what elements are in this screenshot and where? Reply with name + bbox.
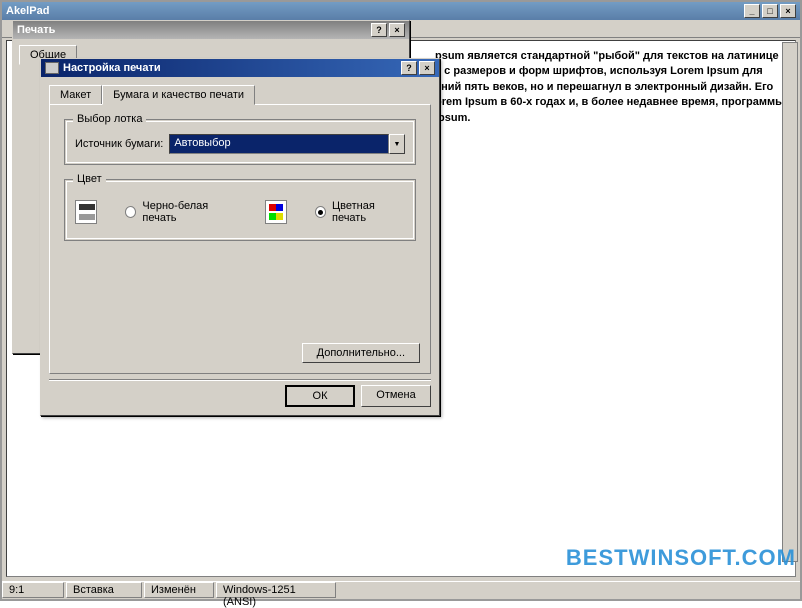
status-state: Изменён [144, 582, 214, 598]
document-text: psum является стандартной "рыбой" для те… [435, 49, 787, 126]
setup-titlebar: Настройка печати ? × [41, 59, 439, 77]
radio-color-label: Цветная печать [332, 200, 405, 224]
close-button[interactable]: × [389, 23, 405, 37]
print-setup-dialog: Настройка печати ? × Макет Бумага и каче… [40, 58, 440, 416]
combo-dropdown-button[interactable] [389, 134, 405, 154]
tab-panel: Выбор лотка Источник бумаги: Автовыбор Ц… [49, 104, 431, 374]
separator [49, 379, 431, 381]
radio-bw-circle [125, 206, 136, 218]
tray-group-title: Выбор лотка [73, 113, 146, 125]
status-position: 9:1 [2, 582, 64, 598]
paper-source-combo[interactable]: Автовыбор [169, 134, 405, 154]
tray-groupbox: Выбор лотка Источник бумаги: Автовыбор [64, 119, 416, 165]
setup-tabs: Макет Бумага и качество печати [49, 85, 431, 105]
help-button[interactable]: ? [401, 61, 417, 75]
radio-bw[interactable]: Черно-белая печать [125, 200, 236, 224]
printer-icon [45, 62, 59, 74]
advanced-button[interactable]: Дополнительно... [302, 343, 420, 363]
color-groupbox: Цвет Черно-белая печать Цветная печать [64, 179, 416, 241]
tab-paper-quality[interactable]: Бумага и качество печати [102, 85, 255, 105]
radio-bw-label: Черно-белая печать [142, 200, 236, 224]
tab-layout[interactable]: Макет [49, 85, 102, 105]
minimize-button[interactable]: _ [744, 4, 760, 18]
paper-source-value: Автовыбор [169, 134, 389, 154]
maximize-button[interactable]: □ [762, 4, 778, 18]
source-label: Источник бумаги: [75, 138, 163, 150]
radio-color-circle [315, 206, 326, 218]
ok-button[interactable]: ОК [285, 385, 355, 407]
main-title: AkelPad [6, 5, 49, 17]
radio-color[interactable]: Цветная печать [315, 200, 405, 224]
status-mode: Вставка [66, 582, 142, 598]
color-icon [265, 200, 287, 224]
print-dialog-titlebar: Печать ? × [13, 21, 409, 39]
status-encoding: Windows-1251 (ANSI) [216, 582, 336, 598]
scrollbar[interactable] [782, 42, 798, 562]
setup-title: Настройка печати [45, 62, 161, 74]
bw-icon [75, 200, 97, 224]
close-button[interactable]: × [419, 61, 435, 75]
help-button[interactable]: ? [371, 23, 387, 37]
color-group-title: Цвет [73, 173, 106, 185]
watermark: BESTWINSOFT.COM [566, 545, 796, 571]
status-bar: 9:1 Вставка Изменён Windows-1251 (ANSI) [2, 581, 800, 599]
dialog-buttons: ОК Отмена [285, 385, 431, 407]
print-dialog-title: Печать [17, 24, 55, 36]
main-titlebar: AkelPad _ □ × [2, 2, 800, 20]
close-button[interactable]: × [780, 4, 796, 18]
title-controls: _ □ × [744, 4, 796, 18]
cancel-button[interactable]: Отмена [361, 385, 431, 407]
